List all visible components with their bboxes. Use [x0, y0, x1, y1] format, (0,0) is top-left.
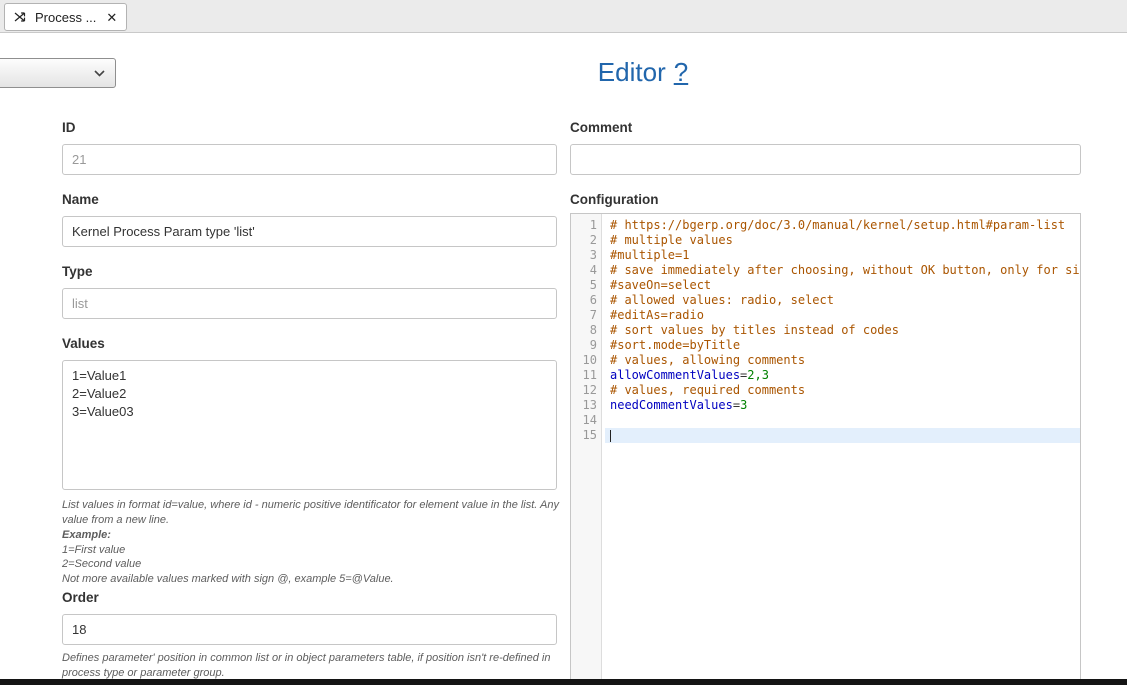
code-row: 11allowCommentValues=2,3	[571, 368, 1080, 383]
code-line[interactable]: needCommentValues=3	[605, 398, 1080, 413]
code-row: 7 #editAs=radio	[571, 308, 1080, 323]
line-number: 6	[571, 293, 605, 308]
code-token: # multiple values	[610, 233, 733, 247]
id-input[interactable]	[62, 144, 557, 175]
field-comment: Comment	[570, 120, 1081, 175]
field-order: Order	[62, 590, 557, 645]
name-label: Name	[62, 192, 557, 207]
code-row: 2 # multiple values	[571, 233, 1080, 248]
help-link[interactable]: ?	[674, 57, 688, 87]
line-number: 2	[571, 233, 605, 248]
line-number: 3	[571, 248, 605, 263]
order-help-text: Defines parameter' position in common li…	[62, 651, 562, 681]
code-line[interactable]: # values, required comments	[605, 383, 1080, 398]
code-line[interactable]: #saveOn=select	[605, 278, 1080, 293]
field-id: ID	[62, 120, 557, 175]
tab-bar: Process ... ✕	[0, 0, 1127, 33]
line-number: 9	[571, 338, 605, 353]
code-row: 14	[571, 413, 1080, 428]
code-row: 4 # save immediately after choosing, with…	[571, 263, 1080, 278]
comment-input[interactable]	[570, 144, 1081, 175]
code-line[interactable]: # values, allowing comments	[605, 353, 1080, 368]
tab-close-icon[interactable]: ✕	[106, 11, 117, 24]
values-textarea[interactable]: 1=Value1 2=Value2 3=Value03	[62, 360, 557, 490]
code-line[interactable]: #sort.mode=byTitle	[605, 338, 1080, 353]
code-row: 15	[571, 428, 1080, 443]
type-label: Type	[62, 264, 557, 279]
configuration-code-lines: 1 # https://bgerp.org/doc/3.0/manual/kern…	[571, 214, 1080, 443]
chevron-down-icon	[94, 70, 105, 77]
page-title-text: Editor	[598, 57, 666, 87]
text-cursor	[610, 430, 611, 442]
code-row: 8 # sort values by titles instead of code…	[571, 323, 1080, 338]
code-token: # values, required comments	[610, 383, 805, 397]
code-token: # allowed values: radio, select	[610, 293, 834, 307]
order-input[interactable]	[62, 614, 557, 645]
type-input[interactable]	[62, 288, 557, 319]
code-row: 6 # allowed values: radio, select	[571, 293, 1080, 308]
code-token: # values, allowing comments	[610, 353, 805, 367]
tab-label: Process ...	[35, 10, 96, 25]
line-number: 1	[571, 218, 605, 233]
page-title: Editor?	[598, 57, 688, 88]
code-row: 13needCommentValues=3	[571, 398, 1080, 413]
bottom-bar	[0, 679, 1127, 685]
code-line[interactable]	[605, 413, 1080, 428]
code-row: 9 #sort.mode=byTitle	[571, 338, 1080, 353]
values-help-text: List values in format id=value, where id…	[62, 498, 562, 587]
line-number: 5	[571, 278, 605, 293]
code-line[interactable]: # save immediately after choosing, witho…	[605, 263, 1080, 278]
configuration-label: Configuration	[570, 192, 1081, 207]
code-row: 1 # https://bgerp.org/doc/3.0/manual/kern…	[571, 218, 1080, 233]
code-token: # https://bgerp.org/doc/3.0/manual/kerne…	[610, 218, 1065, 232]
code-token: # sort values by titles instead of codes	[610, 323, 899, 337]
code-line[interactable]: #editAs=radio	[605, 308, 1080, 323]
tab-process[interactable]: Process ... ✕	[4, 3, 127, 31]
name-input[interactable]	[62, 216, 557, 247]
configuration-editor[interactable]: 1 # https://bgerp.org/doc/3.0/manual/kern…	[570, 213, 1081, 685]
line-number: 7	[571, 308, 605, 323]
line-number: 13	[571, 398, 605, 413]
code-token: allowCommentValues	[610, 368, 740, 382]
values-label: Values	[62, 336, 557, 351]
code-token: #sort.mode=byTitle	[610, 338, 740, 352]
code-line[interactable]: # https://bgerp.org/doc/3.0/manual/kerne…	[605, 218, 1080, 233]
code-row: 12 # values, required comments	[571, 383, 1080, 398]
code-token: 3	[740, 398, 747, 412]
line-number: 15	[571, 428, 605, 443]
field-values: Values 1=Value1 2=Value2 3=Value03	[62, 336, 557, 490]
code-token: 2,3	[747, 368, 769, 382]
line-number: 11	[571, 368, 605, 383]
code-row: 10 # values, allowing comments	[571, 353, 1080, 368]
top-dropdown[interactable]	[0, 58, 116, 88]
line-number: 4	[571, 263, 605, 278]
code-token: =	[733, 398, 740, 412]
comment-label: Comment	[570, 120, 1081, 135]
id-label: ID	[62, 120, 557, 135]
line-number: 10	[571, 353, 605, 368]
code-row: 3 #multiple=1	[571, 248, 1080, 263]
order-label: Order	[62, 590, 557, 605]
line-number: 8	[571, 323, 605, 338]
code-line[interactable]: #multiple=1	[605, 248, 1080, 263]
field-name: Name	[62, 192, 557, 247]
line-number: 14	[571, 413, 605, 428]
code-line[interactable]: # allowed values: radio, select	[605, 293, 1080, 308]
code-line[interactable]: allowCommentValues=2,3	[605, 368, 1080, 383]
code-line[interactable]	[605, 428, 1080, 443]
code-line[interactable]: # multiple values	[605, 233, 1080, 248]
field-type: Type	[62, 264, 557, 319]
code-token: # save immediately after choosing, witho…	[610, 263, 1080, 277]
code-token: #editAs=radio	[610, 308, 704, 322]
line-number: 12	[571, 383, 605, 398]
code-token: #multiple=1	[610, 248, 689, 262]
code-token: needCommentValues	[610, 398, 733, 412]
code-line[interactable]: # sort values by titles instead of codes	[605, 323, 1080, 338]
code-row: 5 #saveOn=select	[571, 278, 1080, 293]
code-token: #saveOn=select	[610, 278, 711, 292]
process-icon	[14, 11, 28, 23]
